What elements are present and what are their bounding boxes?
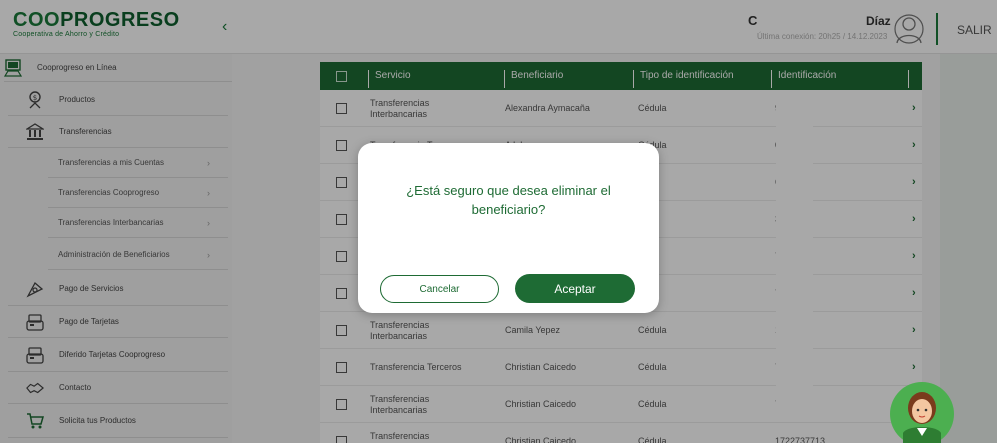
- cancel-button[interactable]: Cancelar: [380, 275, 499, 303]
- dialog-message: ¿Está seguro que desea eliminar el benef…: [406, 183, 611, 217]
- chat-assistant-icon[interactable]: [889, 381, 955, 443]
- accept-button[interactable]: Aceptar: [515, 274, 635, 303]
- confirm-delete-dialog: ¿Está seguro que desea eliminar el benef…: [358, 143, 659, 313]
